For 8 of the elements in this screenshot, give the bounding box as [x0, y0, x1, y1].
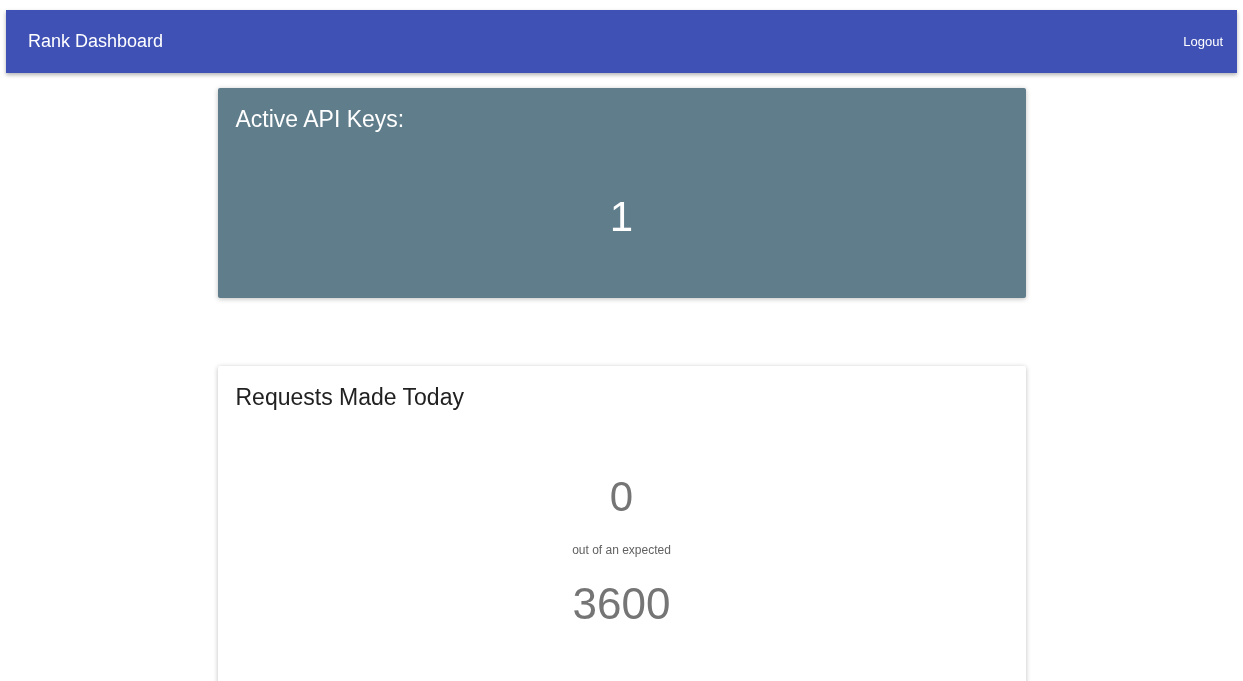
app-title: Rank Dashboard: [28, 31, 164, 52]
card-title: Requests Made Today: [235, 384, 465, 411]
logout-link[interactable]: Logout: [1183, 34, 1223, 49]
request-count: 0: [609, 473, 634, 521]
card-title: Active API Keys:: [235, 106, 406, 133]
key-count: 1: [609, 193, 634, 241]
expected-count: 3600: [572, 579, 671, 629]
caption-text: out of an expected: [572, 543, 671, 557]
